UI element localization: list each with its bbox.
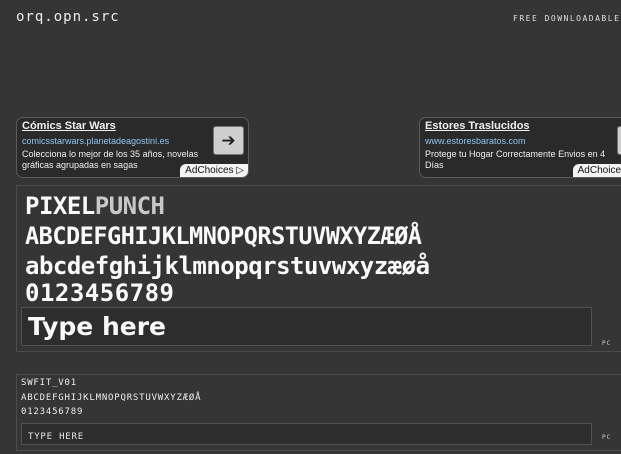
adchoices-badge[interactable]: AdChoices ▷ xyxy=(180,164,248,177)
ad-url[interactable]: comicsstarwars.planetadeagostini.es xyxy=(22,136,169,146)
digits-sample: 0123456789 xyxy=(21,407,84,417)
type-here-field[interactable] xyxy=(21,307,592,346)
ad-title[interactable]: Cómics Star Wars xyxy=(22,120,116,132)
adchoices-badge[interactable]: AdChoices xyxy=(572,164,621,177)
uppercase-sample: ABCDEFGHIJKLMNOPQRSTUVWXYZÆØÅ xyxy=(21,393,202,403)
font-name-part2: PUNCH xyxy=(94,192,165,220)
adchoices-icon: ▷ xyxy=(236,165,244,176)
os-label: PC xyxy=(602,434,612,441)
font-card-swfit: SWFIT_V01 ABCDEFGHIJKLMNOPQRSTUVWXYZÆØÅ … xyxy=(16,374,621,451)
digits-sample: 0123456789 xyxy=(25,279,175,307)
ad-banner-star-wars[interactable]: Cómics Star Wars comicsstarwars.planetad… xyxy=(16,117,249,178)
adchoices-label: AdChoices xyxy=(185,165,234,176)
ad-banner-estores[interactable]: Estores Traslucidos www.estoresbaratos.c… xyxy=(419,117,621,178)
type-here-input[interactable] xyxy=(22,308,591,345)
adchoices-label: AdChoices xyxy=(577,165,621,176)
arrow-right-icon[interactable]: ➔ xyxy=(213,126,244,155)
arrow-right-icon[interactable]: ➔ xyxy=(617,126,621,155)
font-card-pixelpunch: PIXELPUNCH ABCDEFGHIJKLMNOPQRSTUVWXYZÆØÅ… xyxy=(16,185,621,352)
font-name[interactable]: PIXELPUNCH xyxy=(25,192,165,220)
uppercase-sample: ABCDEFGHIJKLMNOPQRSTUVWXYZÆØÅ xyxy=(25,222,422,250)
os-label: PC xyxy=(602,340,612,347)
site-logo[interactable]: orq.opn.src xyxy=(16,9,120,25)
ad-url[interactable]: www.estoresbaratos.com xyxy=(425,136,526,146)
ad-title[interactable]: Estores Traslucidos xyxy=(425,120,530,132)
font-name-part1: PIXEL xyxy=(25,192,95,220)
type-here-field[interactable] xyxy=(21,423,592,447)
type-here-input[interactable] xyxy=(22,427,591,447)
lowercase-sample: abcdefghijklmnopqrstuvwxyzæøå xyxy=(25,252,430,280)
site-tagline: FREE DOWNLOADABLE F xyxy=(513,14,621,23)
font-name[interactable]: SWFIT_V01 xyxy=(21,378,77,388)
